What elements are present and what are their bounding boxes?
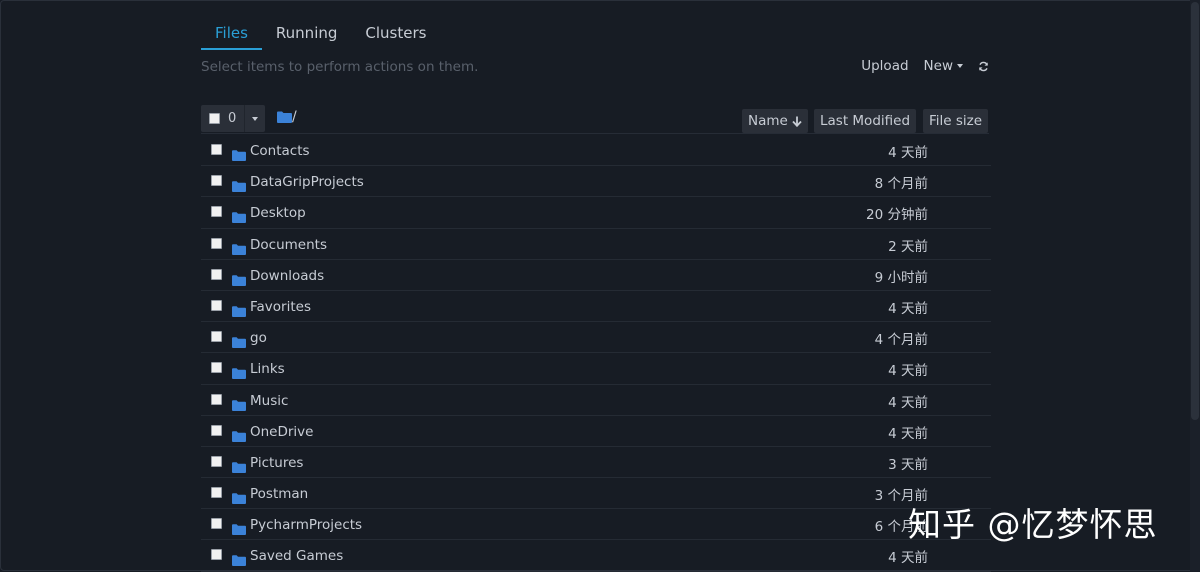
last-modified: 4 个月前 — [874, 332, 928, 349]
file-name-link[interactable]: Saved Games — [250, 548, 343, 564]
last-modified: 4 天前 — [888, 425, 928, 442]
row-checkbox[interactable] — [211, 424, 222, 436]
watermark: 知乎 @忆梦怀思 — [908, 505, 1158, 544]
refresh-icon — [979, 61, 988, 71]
caret-down-icon — [252, 116, 259, 121]
last-modified: 4 天前 — [888, 550, 928, 567]
breadcrumb[interactable]: / — [277, 109, 297, 125]
file-name-link[interactable]: go — [250, 330, 267, 346]
sort-name-label: Name — [748, 113, 788, 129]
row-checkbox[interactable] — [211, 268, 222, 280]
folder-icon — [232, 396, 246, 415]
table-row[interactable]: OneDrive 4 天前 — [201, 416, 991, 447]
folder-icon — [232, 177, 246, 196]
table-row[interactable]: DataGripProjects 8 个月前 — [201, 166, 991, 198]
selection-menu-button[interactable] — [244, 105, 265, 132]
last-modified: 4 天前 — [888, 363, 928, 380]
file-name-link[interactable]: OneDrive — [250, 424, 313, 440]
file-list: Contacts 4 天前 DataGripProjects 8 个月前 Desktop… — [201, 135, 991, 572]
caret-down-icon — [957, 64, 963, 68]
select-all-toggle[interactable]: 0 — [201, 105, 244, 132]
file-name-link[interactable]: Links — [250, 361, 285, 377]
row-checkbox[interactable] — [211, 175, 222, 187]
row-checkbox[interactable] — [211, 299, 222, 311]
file-name-link[interactable]: Contacts — [250, 143, 310, 159]
new-dropdown-button[interactable]: New — [924, 58, 963, 74]
last-modified: 20 分钟前 — [866, 207, 928, 224]
row-checkbox[interactable] — [211, 549, 222, 561]
file-actions: Upload New — [846, 58, 989, 74]
tab-running[interactable]: Running — [262, 20, 351, 50]
last-modified: 4 天前 — [888, 300, 928, 317]
file-name-link[interactable]: DataGripProjects — [250, 174, 364, 190]
file-name-link[interactable]: Downloads — [250, 268, 324, 284]
arrow-down-icon — [792, 116, 802, 127]
table-row[interactable]: Contacts 4 天前 — [201, 135, 991, 167]
scrollbar-track[interactable] — [1190, 0, 1200, 571]
row-checkbox[interactable] — [211, 362, 222, 374]
file-name-link[interactable]: Desktop — [250, 205, 306, 221]
folder-icon — [232, 302, 246, 321]
file-name-link[interactable]: Documents — [250, 237, 327, 253]
file-list-toolbar: 0 / Name Last Modified File size — [201, 105, 989, 134]
folder-icon — [232, 271, 246, 290]
file-name-link[interactable]: Music — [250, 393, 288, 409]
row-checkbox[interactable] — [211, 144, 222, 155]
breadcrumb-path: / — [292, 109, 297, 125]
table-row[interactable]: Music 4 天前 — [201, 385, 991, 416]
table-row[interactable]: go 4 个月前 — [201, 322, 991, 354]
last-modified: 4 天前 — [888, 145, 928, 161]
folder-icon — [232, 458, 246, 477]
row-checkbox[interactable] — [211, 237, 222, 249]
refresh-button[interactable] — [978, 61, 989, 72]
file-name-link[interactable]: Favorites — [250, 299, 311, 315]
folder-icon — [232, 427, 246, 446]
table-row[interactable]: Desktop 20 分钟前 — [201, 197, 991, 229]
tab-bar: Files Running Clusters — [201, 20, 440, 50]
sort-by-modified-button[interactable]: Last Modified — [814, 109, 917, 133]
folder-icon — [232, 364, 246, 383]
sort-by-name-button[interactable]: Name — [742, 109, 808, 133]
upload-button[interactable]: Upload — [861, 58, 908, 74]
tab-clusters[interactable]: Clusters — [351, 20, 440, 50]
last-modified: 9 小时前 — [874, 269, 928, 286]
row-checkbox[interactable] — [211, 455, 222, 467]
table-row[interactable]: Postman 3 个月前 — [201, 478, 991, 510]
table-row[interactable]: Saved Games 4 天前 — [201, 540, 991, 572]
new-button-label: New — [923, 58, 953, 74]
last-modified: 4 天前 — [888, 394, 928, 411]
folder-icon — [232, 520, 246, 539]
last-modified: 8 个月前 — [874, 176, 928, 193]
scrollbar-thumb[interactable] — [1191, 2, 1199, 420]
table-row[interactable]: PycharmProjects 6 个月前 — [201, 509, 991, 541]
table-row[interactable]: Favorites 4 天前 — [201, 291, 991, 323]
table-row[interactable]: Links 4 天前 — [201, 353, 991, 385]
folder-icon — [277, 111, 292, 123]
folder-icon — [232, 208, 246, 227]
selected-count: 0 — [228, 111, 237, 126]
folder-icon — [232, 551, 246, 570]
folder-icon — [232, 240, 246, 259]
last-modified: 3 天前 — [888, 456, 928, 473]
folder-icon — [232, 333, 246, 352]
folder-icon — [232, 146, 246, 165]
row-checkbox[interactable] — [211, 487, 222, 499]
row-checkbox[interactable] — [211, 331, 222, 343]
select-all-control: 0 — [201, 105, 266, 132]
table-row[interactable]: Downloads 9 小时前 — [201, 260, 991, 291]
row-checkbox[interactable] — [211, 393, 222, 405]
sort-by-size-button[interactable]: File size — [923, 109, 989, 133]
file-name-link[interactable]: PycharmProjects — [250, 517, 362, 533]
row-checkbox[interactable] — [211, 206, 222, 218]
table-row[interactable]: Documents 2 天前 — [201, 229, 991, 260]
selection-hint: Select items to perform actions on them. — [201, 59, 479, 75]
last-modified: 2 天前 — [888, 238, 928, 255]
select-all-checkbox[interactable] — [209, 113, 220, 124]
file-name-link[interactable]: Postman — [250, 486, 308, 502]
folder-icon — [232, 489, 246, 508]
row-checkbox[interactable] — [211, 518, 222, 530]
tab-files[interactable]: Files — [201, 20, 262, 50]
table-row[interactable]: Pictures 3 天前 — [201, 447, 991, 479]
file-name-link[interactable]: Pictures — [250, 455, 303, 471]
